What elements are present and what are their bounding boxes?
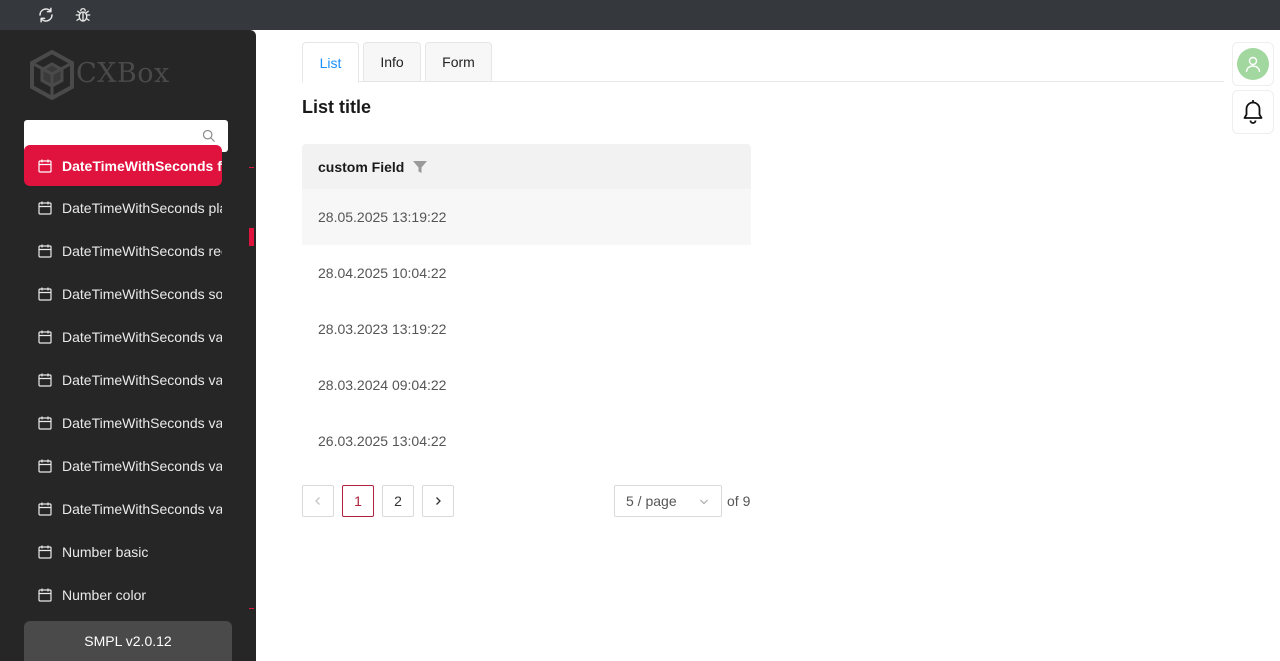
chevron-left-icon xyxy=(315,497,320,505)
next-page-button[interactable] xyxy=(422,485,454,517)
column-header-custom-field[interactable]: custom Field xyxy=(318,159,404,175)
sidebar-item-label: DateTimeWithSeconds so xyxy=(62,286,222,302)
sidebar-item-datetime-sort[interactable]: DateTimeWithSeconds so xyxy=(24,274,222,314)
sidebar-item-label: DateTimeWithSeconds rec xyxy=(62,243,222,259)
tab-list[interactable]: List xyxy=(302,42,359,83)
page-size-select[interactable]: 5 / page xyxy=(614,485,722,517)
table-row[interactable]: 28.04.2025 10:04:22 xyxy=(302,245,751,301)
data-table: custom Field 28.05.2025 13:19:22 28.04.2… xyxy=(302,144,751,469)
search-icon[interactable] xyxy=(202,129,216,143)
table-row[interactable]: 28.03.2024 09:04:22 xyxy=(302,357,751,413)
sidebar-item-datetime-required[interactable]: DateTimeWithSeconds rec xyxy=(24,231,222,271)
sidebar-item-number-basic[interactable]: Number basic xyxy=(24,532,222,572)
sidebar-item-number-color[interactable]: Number color xyxy=(24,575,222,606)
table-header: custom Field xyxy=(302,144,751,189)
view-tabs: List Info Form xyxy=(302,42,1224,83)
logo-text: CXBox xyxy=(76,58,170,89)
total-pages-label: of 9 xyxy=(727,493,751,509)
logo[interactable]: CXBox xyxy=(30,50,210,102)
sidebar-item-label: Number basic xyxy=(62,544,149,560)
bell-icon xyxy=(1243,100,1263,124)
top-toolbar xyxy=(0,0,1280,30)
sidebar-item-datetime-va-5[interactable]: DateTimeWithSeconds va xyxy=(24,489,222,529)
sidebar-item-datetime-va-3[interactable]: DateTimeWithSeconds va xyxy=(24,403,222,443)
sidebar-item-label: DateTimeWithSeconds va xyxy=(62,458,222,474)
sidebar-item-label: DateTimeWithSeconds va xyxy=(62,372,222,388)
filter-icon[interactable] xyxy=(412,159,428,175)
sidebar-item-label: DateTimeWithSeconds fil xyxy=(62,157,222,174)
calendar-icon xyxy=(38,545,52,559)
sidebar-item-datetime-placeholder[interactable]: DateTimeWithSeconds pla xyxy=(24,188,222,228)
sidebar-item-label: DateTimeWithSeconds va xyxy=(62,329,222,345)
avatar xyxy=(1237,48,1269,80)
page-title: List title xyxy=(302,97,372,117)
tab-form[interactable]: Form xyxy=(425,42,492,82)
notifications-button[interactable] xyxy=(1232,90,1274,134)
calendar-icon xyxy=(38,244,52,258)
calendar-icon xyxy=(38,416,52,430)
sidebar-item-datetime-va-2[interactable]: DateTimeWithSeconds va xyxy=(24,360,222,400)
calendar-icon xyxy=(38,459,52,473)
calendar-icon xyxy=(38,287,52,301)
chevron-right-icon xyxy=(436,497,441,505)
sidebar-menu: DateTimeWithSeconds fil DateTimeWithSeco… xyxy=(0,144,256,606)
bug-icon[interactable] xyxy=(74,6,92,24)
calendar-icon xyxy=(38,159,52,173)
calendar-icon xyxy=(38,502,52,516)
calendar-icon xyxy=(38,201,52,215)
sidebar-item-label: Number color xyxy=(62,587,147,603)
calendar-icon xyxy=(38,330,52,344)
table-row[interactable]: 28.03.2023 13:19:22 xyxy=(302,301,751,357)
scrollbar-thumb[interactable] xyxy=(249,228,254,246)
tab-info[interactable]: Info xyxy=(363,42,421,82)
page-size-value: 5 / page xyxy=(626,493,677,509)
cube-logo-icon xyxy=(30,50,74,100)
table-row[interactable]: 26.03.2025 13:04:22 xyxy=(302,413,751,469)
sidebar-item-label: DateTimeWithSeconds va xyxy=(62,415,222,431)
chevron-down-icon xyxy=(700,499,708,505)
sidebar-item-datetime-va-1[interactable]: DateTimeWithSeconds va xyxy=(24,317,222,357)
user-profile-button[interactable] xyxy=(1232,42,1274,86)
user-icon xyxy=(1245,56,1261,73)
page-button-2[interactable]: 2 xyxy=(382,485,414,517)
calendar-icon xyxy=(38,373,52,387)
sidebar-item-label: DateTimeWithSeconds va xyxy=(62,501,222,517)
calendar-icon xyxy=(38,588,52,602)
sidebar: CXBox DateTimeWithSeconds fil DateTimeWi… xyxy=(0,30,256,661)
refresh-icon[interactable] xyxy=(37,6,55,24)
version-badge: SMPL v2.0.12 xyxy=(24,621,232,661)
scroll-marker xyxy=(249,608,254,609)
sidebar-item-datetime-va-4[interactable]: DateTimeWithSeconds va xyxy=(24,446,222,486)
prev-page-button[interactable] xyxy=(302,485,334,517)
table-row[interactable]: 28.05.2025 13:19:22 xyxy=(302,189,751,245)
page-button-1[interactable]: 1 xyxy=(342,485,374,517)
sidebar-item-datetime-filter[interactable]: DateTimeWithSeconds fil xyxy=(24,145,222,186)
scroll-marker xyxy=(249,167,254,168)
sidebar-item-label: DateTimeWithSeconds pla xyxy=(62,200,222,216)
